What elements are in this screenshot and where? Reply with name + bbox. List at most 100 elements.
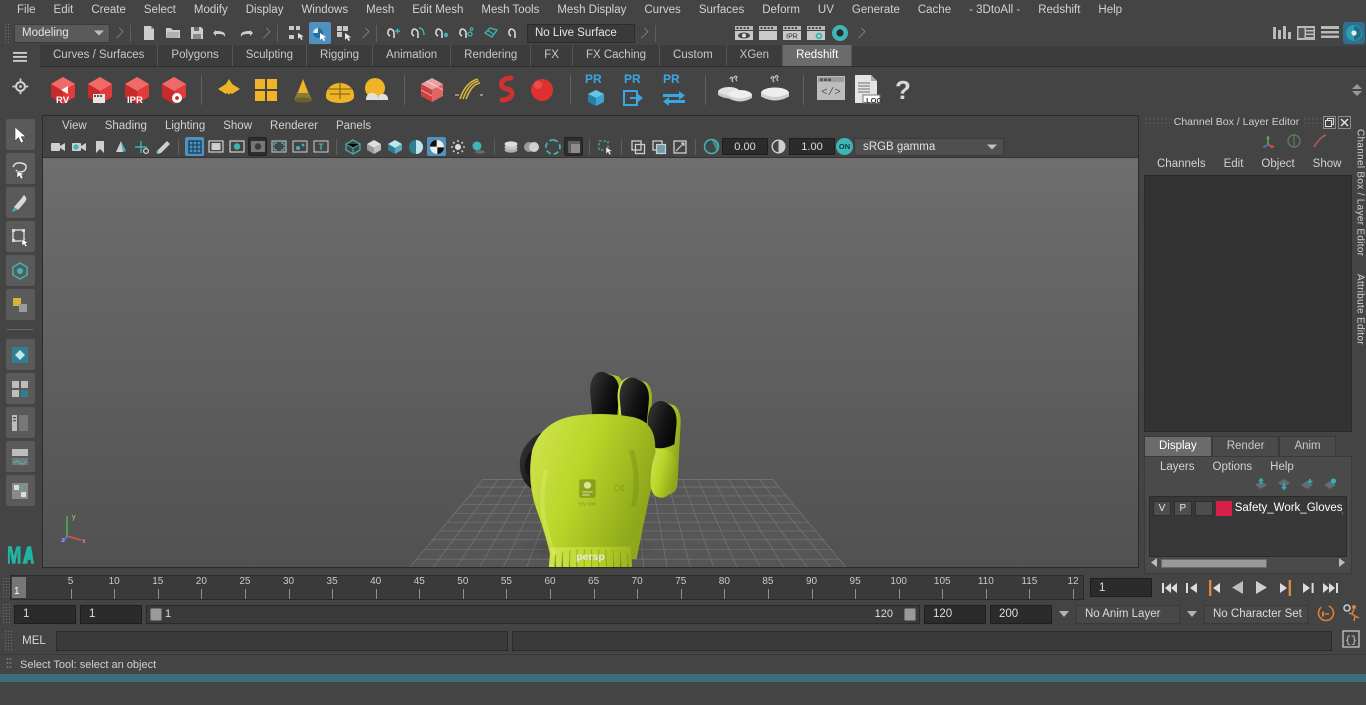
layer-name[interactable]: Safety_Work_Gloves_C — [1235, 502, 1343, 514]
save-scene-icon[interactable] — [186, 22, 208, 44]
multisample-aa-icon[interactable] — [543, 137, 562, 156]
viewport-3d-canvas[interactable]: EN 388 C€ y x z persp — [43, 158, 1138, 567]
sidebar-toggle-channelbox-icon[interactable] — [1319, 22, 1341, 44]
shelf-tab-animation[interactable]: Animation — [373, 45, 452, 66]
snap-to-grid-icon[interactable] — [384, 22, 406, 44]
resolution-gate-icon[interactable] — [227, 137, 246, 156]
rotate-tool[interactable] — [5, 255, 35, 286]
play-forwards-icon[interactable] — [1250, 577, 1272, 599]
film-gate-icon[interactable] — [206, 137, 225, 156]
menu-modify[interactable]: Modify — [185, 1, 237, 20]
panel-drag-handle-right[interactable] — [1303, 117, 1321, 127]
gamma-value-field[interactable]: 1.00 — [789, 138, 835, 155]
shelf-tab-fx-caching[interactable]: FX Caching — [572, 45, 661, 66]
new-layer-icon[interactable] — [1300, 478, 1314, 493]
render-region-icon[interactable] — [757, 22, 779, 44]
redo-icon[interactable] — [234, 22, 256, 44]
redshift-proxy-import-button[interactable]: PR — [620, 72, 656, 108]
hypershade-icon[interactable] — [829, 22, 851, 44]
range-bar-grip[interactable] — [2, 603, 10, 625]
toolbar-separator[interactable] — [112, 24, 122, 42]
snap-to-curve-icon[interactable] — [408, 22, 430, 44]
live-surface-field[interactable]: No Live Surface — [527, 23, 635, 43]
layer-menu-layers[interactable]: Layers — [1151, 461, 1204, 473]
lasso-select-tool[interactable] — [5, 153, 35, 184]
snap-to-view-plane-icon[interactable] — [480, 22, 502, 44]
menu-mesh-tools[interactable]: Mesh Tools — [472, 1, 548, 20]
sidebar-toggle-tool-settings-icon[interactable] — [1343, 22, 1365, 44]
xray-joints-icon[interactable] — [290, 137, 309, 156]
layer-tab-display[interactable]: Display — [1144, 436, 1212, 456]
menu-display[interactable]: Display — [237, 1, 293, 20]
redshift-render-settings-button[interactable] — [157, 73, 191, 107]
select-tool[interactable] — [5, 119, 35, 150]
channelbox-menu-edit[interactable]: Edit — [1215, 158, 1253, 170]
redshift-render-sequence-button[interactable] — [83, 73, 117, 107]
move-tool[interactable] — [5, 221, 35, 252]
shelf-menu-icon[interactable] — [12, 51, 28, 66]
go-to-start-icon[interactable] — [1158, 577, 1180, 599]
menu-redshift[interactable]: Redshift — [1029, 1, 1089, 20]
scale-tool[interactable] — [5, 289, 35, 320]
menu-select[interactable]: Select — [135, 1, 185, 20]
shelf-scroll-down-icon[interactable] — [1352, 91, 1362, 96]
move-layer-up-icon[interactable] — [1254, 477, 1268, 493]
toolbar-grip[interactable] — [4, 23, 11, 43]
depth-of-field-icon[interactable] — [564, 137, 583, 156]
shelf-settings-gear-icon[interactable] — [11, 78, 29, 98]
current-time-indicator[interactable]: 1 — [12, 577, 26, 598]
layer-row[interactable]: V P Safety_Work_Gloves_C — [1150, 499, 1346, 517]
channel-box-list[interactable] — [1144, 175, 1352, 432]
redshift-render-view-button[interactable]: RV — [46, 73, 80, 107]
text-annotation-icon[interactable]: T — [311, 137, 330, 156]
time-slider[interactable]: 5 10 15 20 25 30 35 40 45 50 55 60 65 70 75 80 85 90 95 100… — [10, 575, 1084, 600]
panel-menu-lighting[interactable]: Lighting — [156, 119, 214, 133]
close-icon[interactable] — [1338, 115, 1351, 129]
menu-3dtoall[interactable]: - 3DtoAll - — [960, 1, 1029, 20]
panel-drag-handle[interactable] — [1144, 117, 1170, 127]
sidebar-toggle-modeling-icon[interactable] — [1271, 22, 1293, 44]
shelf-tab-rigging[interactable]: Rigging — [307, 45, 374, 66]
panel-menu-renderer[interactable]: Renderer — [261, 119, 327, 133]
range-start-handle[interactable] — [150, 607, 162, 621]
shelf-scroll-arrows[interactable] — [1352, 67, 1362, 113]
toolbar-separator-5[interactable] — [854, 24, 864, 42]
gamma-icon[interactable] — [769, 137, 788, 156]
go-to-end-icon[interactable] — [1319, 577, 1341, 599]
motion-blur-icon[interactable] — [522, 137, 541, 156]
channelbox-menu-show[interactable]: Show — [1304, 158, 1351, 170]
xray-active-components-icon[interactable] — [649, 137, 668, 156]
animation-end-field[interactable]: 200 — [990, 604, 1052, 624]
layer-menu-help[interactable]: Help — [1261, 461, 1303, 473]
layer-menu-options[interactable]: Options — [1204, 461, 1262, 473]
scroll-left-icon[interactable] — [1151, 557, 1159, 570]
make-live-icon[interactable] — [504, 22, 526, 44]
menu-curves[interactable]: Curves — [635, 1, 689, 20]
command-line-grip[interactable] — [4, 629, 12, 652]
toolbar-separator-2[interactable] — [259, 24, 269, 42]
color-management-selector[interactable]: sRGB gamma — [854, 137, 1004, 156]
shelf-tab-sculpting[interactable]: Sculpting — [232, 45, 308, 66]
menu-set-selector[interactable]: Modeling — [14, 23, 110, 43]
redshift-environment-button[interactable] — [360, 73, 394, 107]
character-set-dropdown-icon[interactable] — [1187, 611, 1197, 617]
menu-generate[interactable]: Generate — [843, 1, 909, 20]
select-by-object-icon[interactable] — [309, 22, 331, 44]
gate-mask-icon[interactable] — [248, 137, 267, 156]
persp-graph-layout[interactable] — [5, 441, 35, 472]
side-tab-attribute-editor[interactable]: Attribute Editor — [1355, 274, 1366, 345]
toolbar-separator-4[interactable] — [637, 24, 647, 42]
shelf-tab-rendering[interactable]: Rendering — [451, 45, 532, 66]
paint-select-tool[interactable] — [5, 187, 35, 218]
menu-cache[interactable]: Cache — [909, 1, 960, 20]
transform-axis-icon[interactable] — [1260, 133, 1276, 152]
character-set-field[interactable]: No Character Set — [1204, 604, 1308, 624]
menu-surfaces[interactable]: Surfaces — [690, 1, 753, 20]
layer-color-swatch[interactable] — [1215, 500, 1232, 516]
redshift-proxy-convert-button[interactable]: PR — [659, 72, 695, 108]
layer-playback-toggle[interactable]: P — [1173, 500, 1192, 516]
layer-type-toggle[interactable] — [1194, 500, 1213, 516]
hardware-texturing-icon[interactable] — [406, 137, 425, 156]
range-slider[interactable]: 1 120 — [146, 604, 920, 624]
menu-help[interactable]: Help — [1089, 1, 1131, 20]
